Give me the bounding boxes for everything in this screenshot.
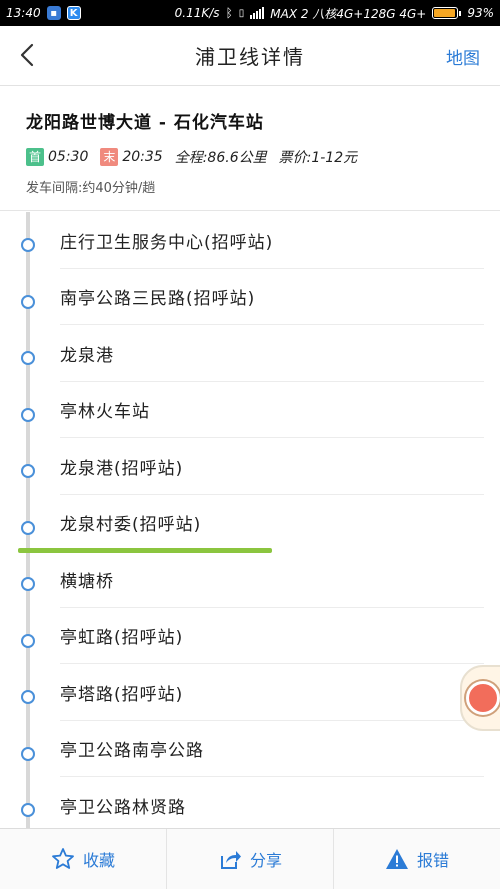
- report-label: 报错: [416, 851, 449, 870]
- station-name: 亭虹路(招呼站): [60, 628, 184, 649]
- station-dot-icon: [21, 577, 35, 591]
- warning-icon: [385, 849, 408, 869]
- station-name: 龙泉村委(招呼站): [60, 515, 202, 536]
- station-item[interactable]: 龙泉港(招呼站): [0, 438, 500, 495]
- station-dot-icon: [21, 464, 35, 478]
- station-item[interactable]: 亭塔路(招呼站): [0, 664, 500, 721]
- share-label: 分享: [249, 851, 282, 870]
- station-dot-icon: [21, 351, 35, 365]
- vibrate-icon: ▯: [238, 7, 245, 19]
- route-meta: 首 05:30 末 20:35 全程:86.6公里 票价:1-12元: [26, 147, 500, 167]
- network-speed: 0.11K/s: [174, 6, 220, 20]
- last-bus-time: 20:35: [122, 149, 163, 165]
- station-dot-icon: [21, 803, 35, 817]
- star-icon: [52, 848, 74, 869]
- signal-icon: [250, 7, 265, 19]
- back-button[interactable]: [12, 40, 42, 70]
- station-item[interactable]: 亭虹路(招呼站): [0, 608, 500, 664]
- station-item[interactable]: 南亭公路三民路(招呼站): [0, 269, 500, 325]
- page-title: 浦卫线详情: [195, 45, 305, 69]
- station-name: 亭塔路(招呼站): [60, 684, 184, 705]
- last-bus-tag: 末: [100, 148, 119, 166]
- route-fare: 票价:1-12元: [278, 150, 358, 166]
- station-name: 龙泉港(招呼站): [60, 458, 184, 479]
- share-icon: [220, 851, 241, 869]
- first-bus-time: 05:30: [48, 149, 89, 165]
- battery-icon: [432, 7, 462, 19]
- station-dot-icon: [21, 746, 35, 761]
- share-button[interactable]: 分享: [167, 829, 334, 889]
- assistant-icon: [466, 681, 500, 715]
- station-name: 龙泉港: [60, 345, 114, 366]
- station-name: 亭林火车站: [60, 402, 150, 423]
- station-item[interactable]: 龙泉村委(招呼站): [0, 495, 500, 552]
- current-station-highlight: [18, 548, 272, 553]
- station-item[interactable]: 龙泉港: [0, 325, 500, 382]
- floating-assistant-button[interactable]: [460, 665, 500, 731]
- favorite-button[interactable]: 收藏: [0, 829, 167, 889]
- station-dot-icon: [21, 520, 35, 535]
- station-item[interactable]: 横塘桥: [0, 551, 500, 608]
- status-bar: 13:40 ▪ K 0.11K/s ᛒ ▯ MAX 2 八核4G+128G 4G…: [0, 0, 500, 26]
- status-right: 0.11K/s ᛒ ▯ MAX 2 八核4G+128G 4G+ 93%: [175, 5, 494, 22]
- station-item[interactable]: 亭卫公路南亭公路: [0, 721, 500, 777]
- carrier-label: MAX 2 八核4G+128G 4G+: [270, 6, 427, 21]
- app-header: 浦卫线详情 地图: [0, 26, 500, 86]
- station-dot-icon: [21, 690, 35, 704]
- station-list[interactable]: 庄行卫生服务中心(招呼站) 南亭公路三民路(招呼站) 龙泉港 亭林火车站 龙泉港…: [0, 212, 500, 828]
- favorite-label: 收藏: [82, 851, 115, 870]
- notification-app-icon: ▪: [46, 6, 61, 20]
- first-bus-tag: 首: [26, 148, 44, 166]
- bottom-action-bar: 收藏 分享 报错: [0, 828, 500, 889]
- station-dot-icon: [21, 238, 35, 252]
- station-item[interactable]: 亭卫公路林贤路: [0, 777, 500, 828]
- station-item[interactable]: 庄行卫生服务中心(招呼站): [0, 212, 500, 269]
- station-dot-icon: [21, 633, 35, 648]
- station-name: 亭卫公路南亭公路: [60, 741, 204, 762]
- station-item[interactable]: 亭林火车站: [0, 382, 500, 438]
- map-link[interactable]: 地图: [446, 44, 480, 69]
- bluetooth-icon: ᛒ: [225, 6, 233, 20]
- station-dot-icon: [21, 407, 35, 422]
- station-dot-icon: [21, 294, 35, 309]
- status-time: 13:40: [6, 6, 41, 20]
- status-left: 13:40 ▪ K: [6, 6, 81, 20]
- station-name: 亭卫公路林贤路: [60, 797, 186, 818]
- route-info: 龙阳路世博大道 - 石化汽车站 首 05:30 末 20:35 全程:86.6公…: [0, 86, 500, 211]
- route-distance: 全程:86.6公里: [174, 150, 267, 166]
- battery-percent: 93%: [467, 6, 494, 20]
- k-app-icon: K: [66, 6, 81, 20]
- chevron-left-icon: [20, 43, 34, 67]
- report-button[interactable]: 报错: [334, 829, 500, 889]
- route-interval: 发车间隔:约40分钟/趟: [26, 181, 156, 196]
- route-name: 龙阳路世博大道 - 石化汽车站: [26, 113, 264, 133]
- station-name: 庄行卫生服务中心(招呼站): [60, 232, 274, 253]
- station-name: 横塘桥: [60, 571, 114, 592]
- station-name: 南亭公路三民路(招呼站): [60, 289, 256, 310]
